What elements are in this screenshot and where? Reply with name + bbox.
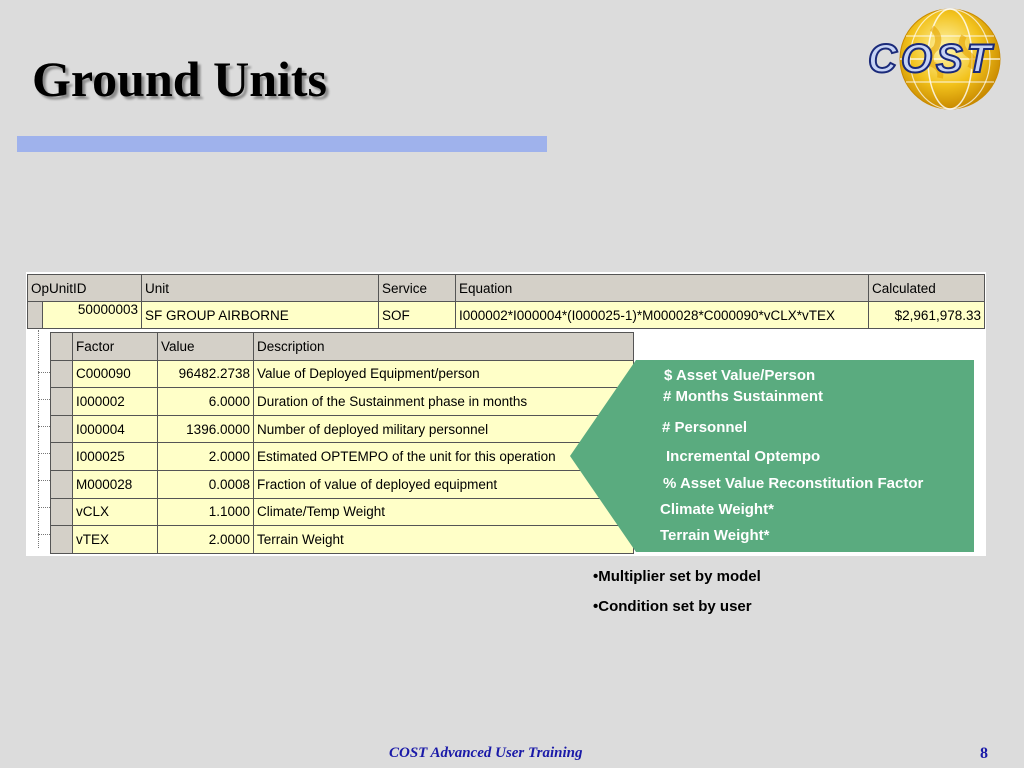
column-header-description[interactable]: Description: [253, 332, 634, 361]
subdatasheet-tree-line: [38, 330, 40, 548]
callout-label: Terrain Weight*: [660, 527, 770, 544]
callout-label: # Months Sustainment: [663, 388, 824, 405]
column-header-equation[interactable]: Equation: [455, 274, 869, 302]
row-selector[interactable]: [50, 497, 73, 527]
callout-label: Incremental Optempo: [666, 448, 821, 465]
cell-opunitid[interactable]: 50000003: [27, 301, 142, 329]
table-row[interactable]: vTEX 2.0000 Terrain Weight: [50, 525, 634, 554]
unit-record-table: OpUnitID Unit Service Equation Calculate…: [27, 274, 985, 329]
cell-factor[interactable]: I000004: [72, 414, 158, 444]
tree-connector: [38, 426, 50, 427]
column-header-calculated[interactable]: Calculated: [868, 274, 985, 302]
cell-factor[interactable]: I000025: [72, 442, 158, 471]
row-selector[interactable]: [50, 469, 73, 499]
callout-label: # Personnel: [662, 419, 748, 436]
cost-logo: COST: [867, 8, 1001, 110]
column-header-factor[interactable]: Factor: [72, 332, 158, 361]
tree-connector: [38, 372, 50, 373]
footer-text: COST Advanced User Training: [389, 745, 583, 761]
tree-connector: [38, 453, 50, 454]
column-header-unit[interactable]: Unit: [141, 274, 379, 302]
page-number: 8: [980, 745, 988, 762]
note-multiplier: •Multiplier set by model: [593, 568, 761, 585]
tree-connector: [38, 534, 50, 535]
tree-connector: [38, 399, 50, 400]
factor-subtable: Factor Value Description C000090 96482.2…: [50, 332, 634, 554]
logo-text: COST: [868, 37, 995, 81]
row-selector[interactable]: [50, 414, 73, 444]
cell-equation[interactable]: I000002*I000004*(I000025-1)*M000028*C000…: [455, 301, 869, 329]
title-underline-bar: [17, 136, 547, 152]
callout-label: % Asset Value Reconstitution Factor: [663, 475, 924, 492]
cell-factor[interactable]: vTEX: [72, 525, 158, 554]
slide-title: Ground Units: [32, 51, 328, 107]
cell-service[interactable]: SOF: [378, 301, 456, 329]
cell-unit[interactable]: SF GROUP AIRBORNE: [141, 301, 379, 329]
table-row[interactable]: M000028 0.0008 Fraction of value of depl…: [50, 469, 634, 499]
cell-factor[interactable]: vCLX: [72, 497, 158, 527]
tree-connector: [38, 507, 50, 508]
row-selector[interactable]: [50, 525, 73, 554]
cell-value[interactable]: 2.0000: [157, 525, 254, 554]
cell-value[interactable]: 6.0000: [157, 387, 254, 416]
table-header-row: Factor Value Description: [50, 332, 634, 361]
table-row[interactable]: I000025 2.0000 Estimated OPTEMPO of the …: [50, 442, 634, 471]
table-row[interactable]: I000004 1396.0000 Number of deployed mil…: [50, 414, 634, 444]
tree-connector: [38, 480, 50, 481]
table-row[interactable]: C000090 96482.2738 Value of Deployed Equ…: [50, 359, 634, 389]
cell-value[interactable]: 2.0000: [157, 442, 254, 471]
cell-value[interactable]: 0.0008: [157, 469, 254, 499]
cell-value[interactable]: 96482.2738: [157, 359, 254, 389]
column-header-service[interactable]: Service: [378, 274, 456, 302]
table-row[interactable]: 50000003 SF GROUP AIRBORNE SOF I000002*I…: [27, 301, 985, 329]
table-row[interactable]: vCLX 1.1000 Climate/Temp Weight: [50, 497, 634, 527]
column-header-opunitid[interactable]: OpUnitID: [27, 274, 142, 302]
header-spacer: [50, 332, 73, 361]
opunitid-value: 50000003: [77, 302, 138, 318]
note-condition: •Condition set by user: [593, 598, 752, 615]
callout-label: $ Asset Value/Person: [664, 367, 816, 384]
column-header-value[interactable]: Value: [157, 332, 254, 361]
cell-factor[interactable]: M000028: [72, 469, 158, 499]
row-selector[interactable]: [50, 387, 73, 416]
row-selector[interactable]: [28, 302, 43, 328]
table-row[interactable]: I000002 6.0000 Duration of the Sustainme…: [50, 387, 634, 416]
cell-value[interactable]: 1396.0000: [157, 414, 254, 444]
table-header-row: OpUnitID Unit Service Equation Calculate…: [27, 274, 985, 302]
cell-calculated[interactable]: $2,961,978.33: [868, 301, 985, 329]
cell-factor[interactable]: I000002: [72, 387, 158, 416]
cell-factor[interactable]: C000090: [72, 359, 158, 389]
row-selector[interactable]: [50, 359, 73, 389]
cell-value[interactable]: 1.1000: [157, 497, 254, 527]
callout-label: Climate Weight*: [660, 501, 774, 518]
row-selector[interactable]: [50, 442, 73, 471]
